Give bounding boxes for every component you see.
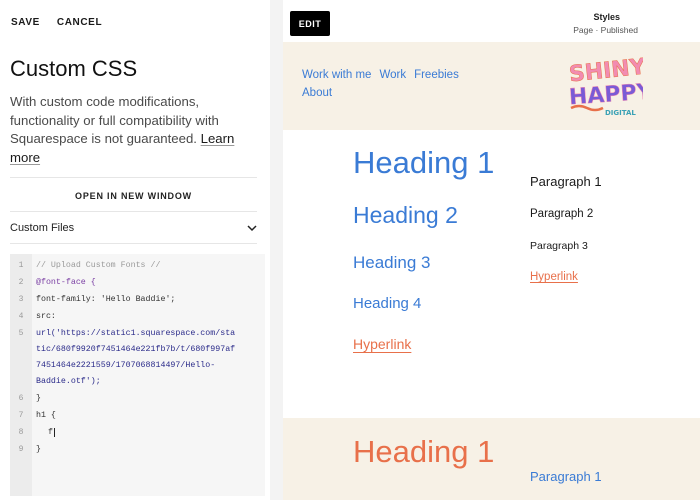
code-line: Baddie.otf');: [36, 377, 101, 386]
chevron-down-icon: [247, 219, 257, 237]
save-button[interactable]: SAVE: [11, 17, 40, 28]
custom-files-label: Custom Files: [10, 222, 75, 234]
paragraph-3: Paragraph 3: [530, 240, 588, 252]
line-number: 3: [18, 295, 24, 304]
hyperlink[interactable]: Hyperlink: [530, 271, 578, 283]
code-line: font-family: 'Hello Baddie';: [36, 295, 176, 304]
style-section-1: Heading 1 Heading 2 Heading 3 Heading 4 …: [283, 130, 700, 418]
styles-subtitle: Page · Published: [573, 25, 638, 35]
line-number-gutter: [10, 254, 32, 496]
heading-2: Heading 2: [353, 202, 458, 228]
divider: [10, 211, 257, 212]
custom-files-dropdown[interactable]: Custom Files: [10, 219, 257, 237]
site-nav: Work with me Work Freebies About: [302, 69, 482, 99]
code-line: tic/680f9920f7451464e221fb7b/t/680f997af: [36, 345, 236, 354]
code-line: h1 {: [36, 411, 56, 420]
line-number: 6: [18, 394, 24, 403]
line-number: 1: [18, 261, 24, 270]
code-line: @font-face {: [36, 278, 96, 287]
description-text: With custom code modifications, function…: [10, 94, 219, 146]
cancel-button[interactable]: CANCEL: [57, 17, 102, 28]
divider: [10, 177, 257, 178]
style-section-2: Heading 1 Paragraph 1: [283, 418, 700, 500]
heading-1: Heading 1: [353, 145, 495, 180]
line-number: 5: [18, 329, 24, 338]
nav-item-work-with-me[interactable]: Work with me: [302, 69, 371, 81]
edit-button[interactable]: EDIT: [290, 11, 330, 36]
paragraph-1: Paragraph 1: [530, 174, 602, 189]
panel-toolbar: SAVE CANCEL: [11, 17, 102, 28]
code-line: // Upload Custom Fonts //: [36, 261, 161, 270]
line-number: 9: [18, 445, 24, 454]
heading-4: Heading 4: [353, 295, 422, 312]
paragraph-2: Paragraph 2: [530, 208, 594, 220]
app-root: SAVE CANCEL Custom CSS With custom code …: [0, 0, 700, 500]
code-line: 7451464e2221559/1707068814497/Hello-: [36, 361, 216, 370]
line-number: 8: [18, 428, 24, 437]
hyperlink[interactable]: Hyperlink: [353, 336, 411, 352]
site-header: Work with me Work Freebies About SHINY H…: [283, 42, 700, 130]
code-line: src:: [36, 312, 56, 321]
code-line: }: [36, 445, 41, 454]
heading-1: Heading 1: [353, 434, 495, 469]
line-number: 4: [18, 312, 24, 321]
preview-topbar: EDIT Styles Page · Published: [283, 0, 700, 42]
site-logo[interactable]: SHINY HAPPY DIGITAL: [565, 52, 655, 124]
line-number: 2: [18, 278, 24, 287]
nav-item-about[interactable]: About: [302, 87, 332, 99]
line-number: 7: [18, 411, 24, 420]
panel-title: Custom CSS: [10, 56, 138, 81]
css-panel: SAVE CANCEL Custom CSS With custom code …: [0, 0, 270, 500]
heading-3: Heading 3: [353, 253, 431, 272]
panel-description: With custom code modifications, function…: [10, 93, 250, 167]
nav-item-freebies[interactable]: Freebies: [414, 69, 459, 81]
nav-item-work[interactable]: Work: [379, 69, 406, 81]
styles-title: Styles: [593, 12, 620, 22]
divider: [10, 243, 257, 244]
open-in-new-window-button[interactable]: OPEN IN NEW WINDOW: [10, 191, 257, 201]
code-line: url('https://static1.squarespace.com/sta: [36, 329, 236, 338]
code-line: }: [36, 394, 41, 403]
svg-text:DIGITAL: DIGITAL: [605, 109, 636, 117]
code-editor[interactable]: 1 2 3 4 5 6 7 8 // Upload Custom Fonts /…: [10, 254, 265, 496]
paragraph-1: Paragraph 1: [530, 469, 602, 484]
site-preview: EDIT Styles Page · Published Work with m…: [283, 0, 700, 500]
code-line: f: [48, 428, 55, 437]
